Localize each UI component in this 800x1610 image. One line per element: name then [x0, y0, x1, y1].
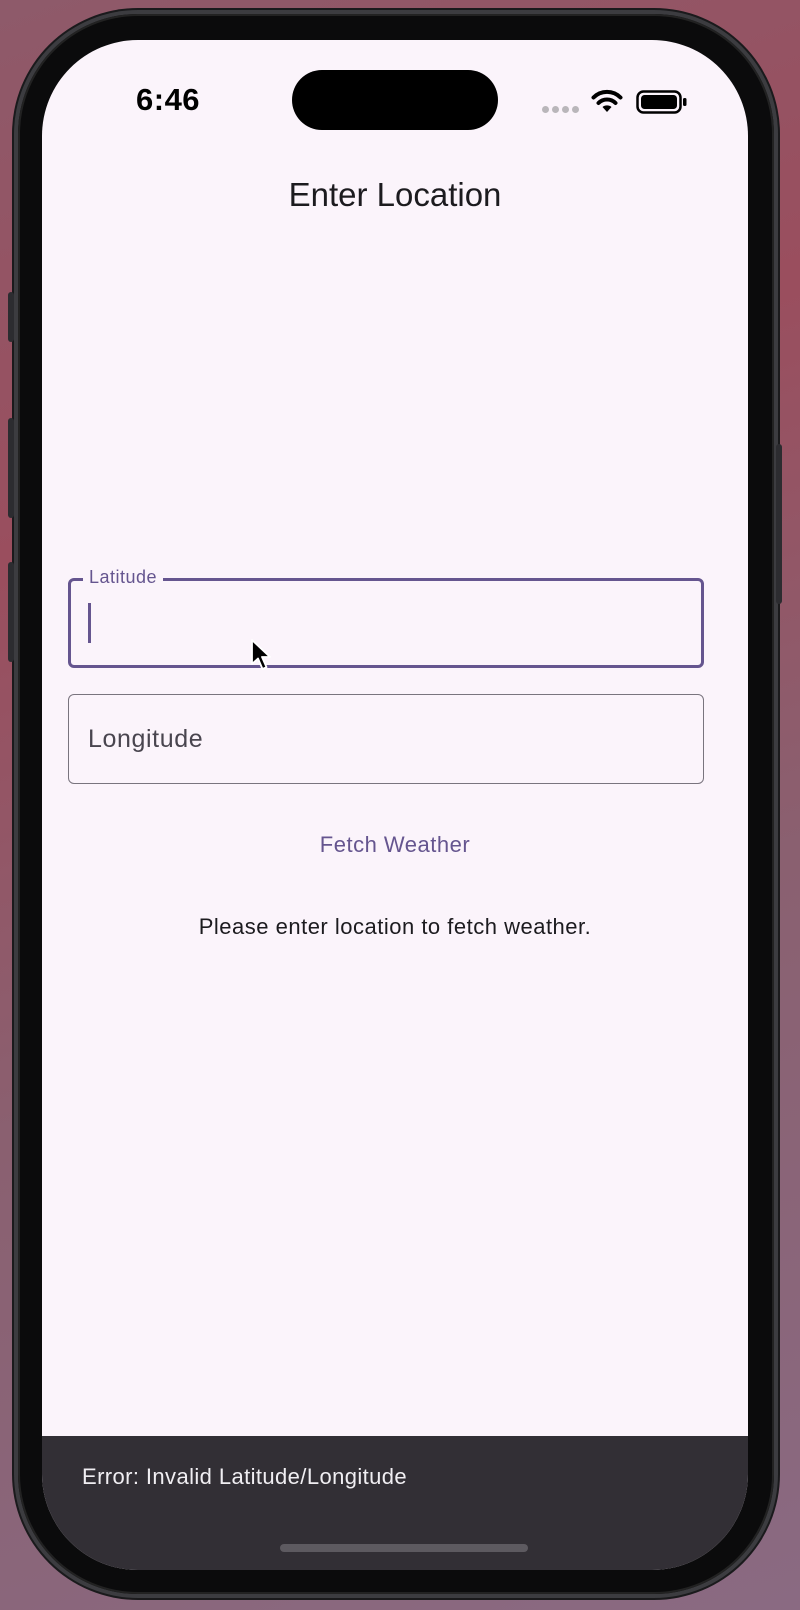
snackbar-message: Error: Invalid Latitude/Longitude — [82, 1464, 408, 1489]
dynamic-island — [292, 70, 498, 130]
phone-frame: 6:46 Enter Location Latitude Longitude F… — [8, 14, 782, 1594]
cellular-dots-icon — [542, 106, 579, 113]
volume-down-button — [8, 562, 14, 662]
power-button — [776, 444, 782, 604]
home-indicator[interactable] — [280, 1544, 528, 1552]
status-message: Please enter location to fetch weather. — [198, 914, 592, 939]
status-time: 6:46 — [136, 82, 201, 117]
volume-up-button — [8, 418, 14, 518]
page-title: Enter Location — [288, 176, 502, 213]
latitude-label: Latitude — [83, 567, 164, 588]
text-caret — [88, 603, 91, 643]
wifi-icon — [591, 89, 623, 112]
action-button — [8, 292, 14, 342]
error-snackbar: Error: Invalid Latitude/Longitude — [42, 1436, 748, 1570]
app-screen: 6:46 Enter Location Latitude Longitude F… — [42, 40, 748, 1570]
latitude-input[interactable]: Latitude — [68, 567, 704, 668]
mouse-pointer-icon — [251, 639, 271, 670]
longitude-label: Longitude — [88, 725, 204, 753]
battery-icon — [636, 90, 687, 114]
longitude-input[interactable]: Longitude — [68, 694, 704, 784]
fetch-weather-button[interactable]: Fetch Weather — [42, 832, 748, 858]
